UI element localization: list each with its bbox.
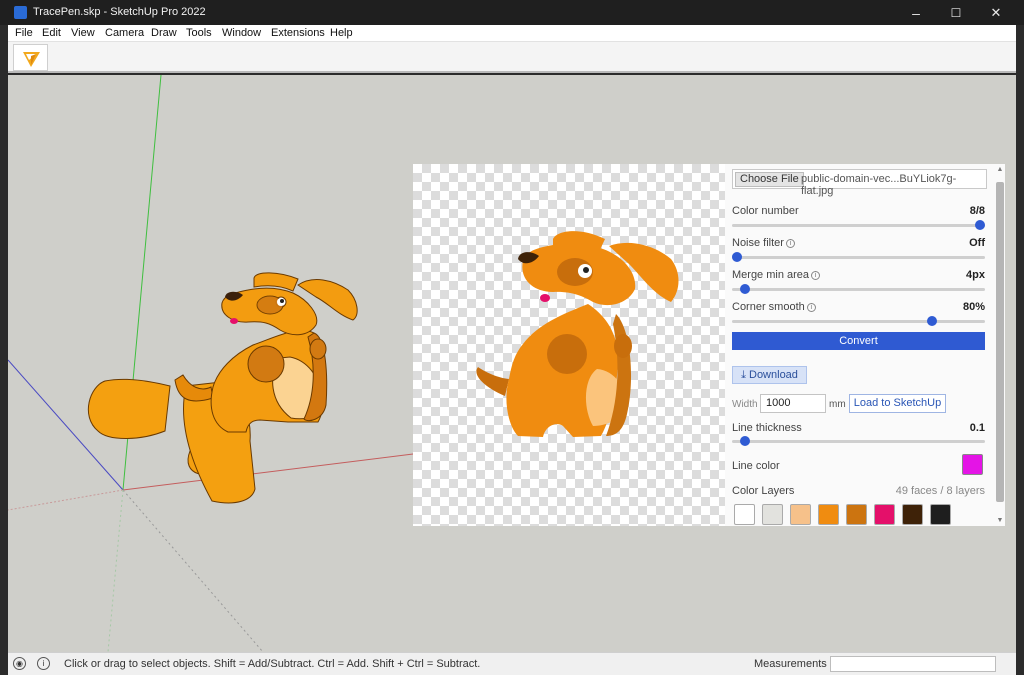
download-button[interactable]: ⤓ Download [732,366,807,384]
convert-button[interactable]: Convert [732,332,985,350]
line-thickness-slider[interactable] [732,436,985,446]
slider-knob[interactable] [739,436,750,446]
color-number-label: Color number [732,205,799,217]
toolbar [8,42,1016,73]
noise-filter-slider[interactable] [732,252,985,262]
color-layer-swatch[interactable] [734,504,755,525]
menu-bar: File Edit View Camera Draw Tools Window … [8,25,1016,42]
choose-file-button[interactable]: Choose File [735,172,804,187]
geo-location-icon[interactable]: ◉ [13,657,26,670]
menu-extensions[interactable]: Extensions [271,27,325,39]
info-icon[interactable]: i [785,239,795,248]
title-bar: TracePen.skp - SketchUp Pro 2022 – ☐ ✕ [0,0,1024,25]
line-color-label: Line color [732,460,780,472]
menu-camera[interactable]: Camera [105,27,144,39]
menu-edit[interactable]: Edit [42,27,61,39]
minimize-button[interactable]: – [896,0,936,25]
color-layer-swatch[interactable] [818,504,839,525]
color-layer-swatch[interactable] [874,504,895,525]
info-icon[interactable]: i [806,303,816,312]
color-number-slider[interactable] [732,220,985,230]
line-thickness-value: 0.1 [969,422,985,434]
download-icon: ⤓ [741,369,746,381]
menu-help[interactable]: Help [330,27,353,39]
window-frame-right [1016,25,1024,675]
merge-min-area-label: Merge min area [732,269,810,281]
color-layer-swatch[interactable] [930,504,951,525]
dog-preview-image [476,231,679,437]
tracepen-icon [23,52,40,67]
file-name: public-domain-vec...BuYLiok7g-flat.jpg [801,173,957,197]
panel-scrollbar[interactable]: ▲ ▼ [996,165,1004,526]
tracepen-tool-button[interactable] [13,44,48,71]
color-layer-swatch[interactable] [902,504,923,525]
trace-preview [413,164,725,526]
window-frame-left [0,25,8,675]
line-thickness-label: Line thickness [732,422,802,434]
menu-draw[interactable]: Draw [151,27,177,39]
menu-view[interactable]: View [71,27,95,39]
width-label: Width [732,399,758,410]
measurements-input[interactable] [830,656,996,672]
menu-file[interactable]: File [15,27,33,39]
corner-smooth-value: 80% [962,301,985,313]
color-number-value: 8/8 [969,205,985,217]
download-label: Download [749,369,798,381]
sketchup-icon [14,6,27,19]
menu-tools[interactable]: Tools [186,27,212,39]
tracepen-panel: Choose File public-domain-vec...BuYLiok7… [413,164,1005,526]
line-color-picker[interactable] [962,454,983,475]
slider-knob[interactable] [739,284,750,294]
window-title: TracePen.skp - SketchUp Pro 2022 [33,6,206,18]
color-layer-swatch[interactable] [762,504,783,525]
merge-min-area-value: 4px [966,269,985,281]
scrollbar-thumb[interactable] [996,182,1004,502]
slider-knob[interactable] [974,220,985,230]
file-input[interactable]: Choose File public-domain-vec...BuYLiok7… [732,169,987,197]
slider-knob[interactable] [926,316,937,326]
load-to-sketchup-button[interactable]: Load to SketchUp [849,394,946,413]
color-layer-swatch[interactable] [846,504,867,525]
status-message: Click or drag to select objects. Shift =… [64,658,481,670]
controls-panel: Choose File public-domain-vec...BuYLiok7… [725,164,1005,526]
slider-knob[interactable] [732,252,743,262]
maximize-button[interactable]: ☐ [936,0,976,25]
scroll-up-icon[interactable]: ▲ [996,165,1004,175]
corner-smooth-label: Corner smooth [732,301,805,313]
noise-filter-value: Off [969,237,985,249]
width-unit: mm [829,399,846,410]
color-layers-info: 49 faces / 8 layers [895,485,985,497]
color-layers-label: Color Layers [732,485,795,497]
status-bar: ◉ i Click or drag to select objects. Shi… [8,652,1016,675]
corner-smooth-slider[interactable] [732,316,985,326]
menu-window[interactable]: Window [222,27,261,39]
info-icon[interactable]: i [811,271,821,280]
merge-min-area-slider[interactable] [732,284,985,294]
close-button[interactable]: ✕ [976,0,1016,25]
noise-filter-label: Noise filter [732,237,784,249]
measurements-label: Measurements [754,658,827,670]
color-layer-swatch[interactable] [790,504,811,525]
info-icon[interactable]: i [37,657,50,670]
width-input[interactable]: 1000 [760,394,826,413]
scroll-down-icon[interactable]: ▼ [996,516,1004,526]
